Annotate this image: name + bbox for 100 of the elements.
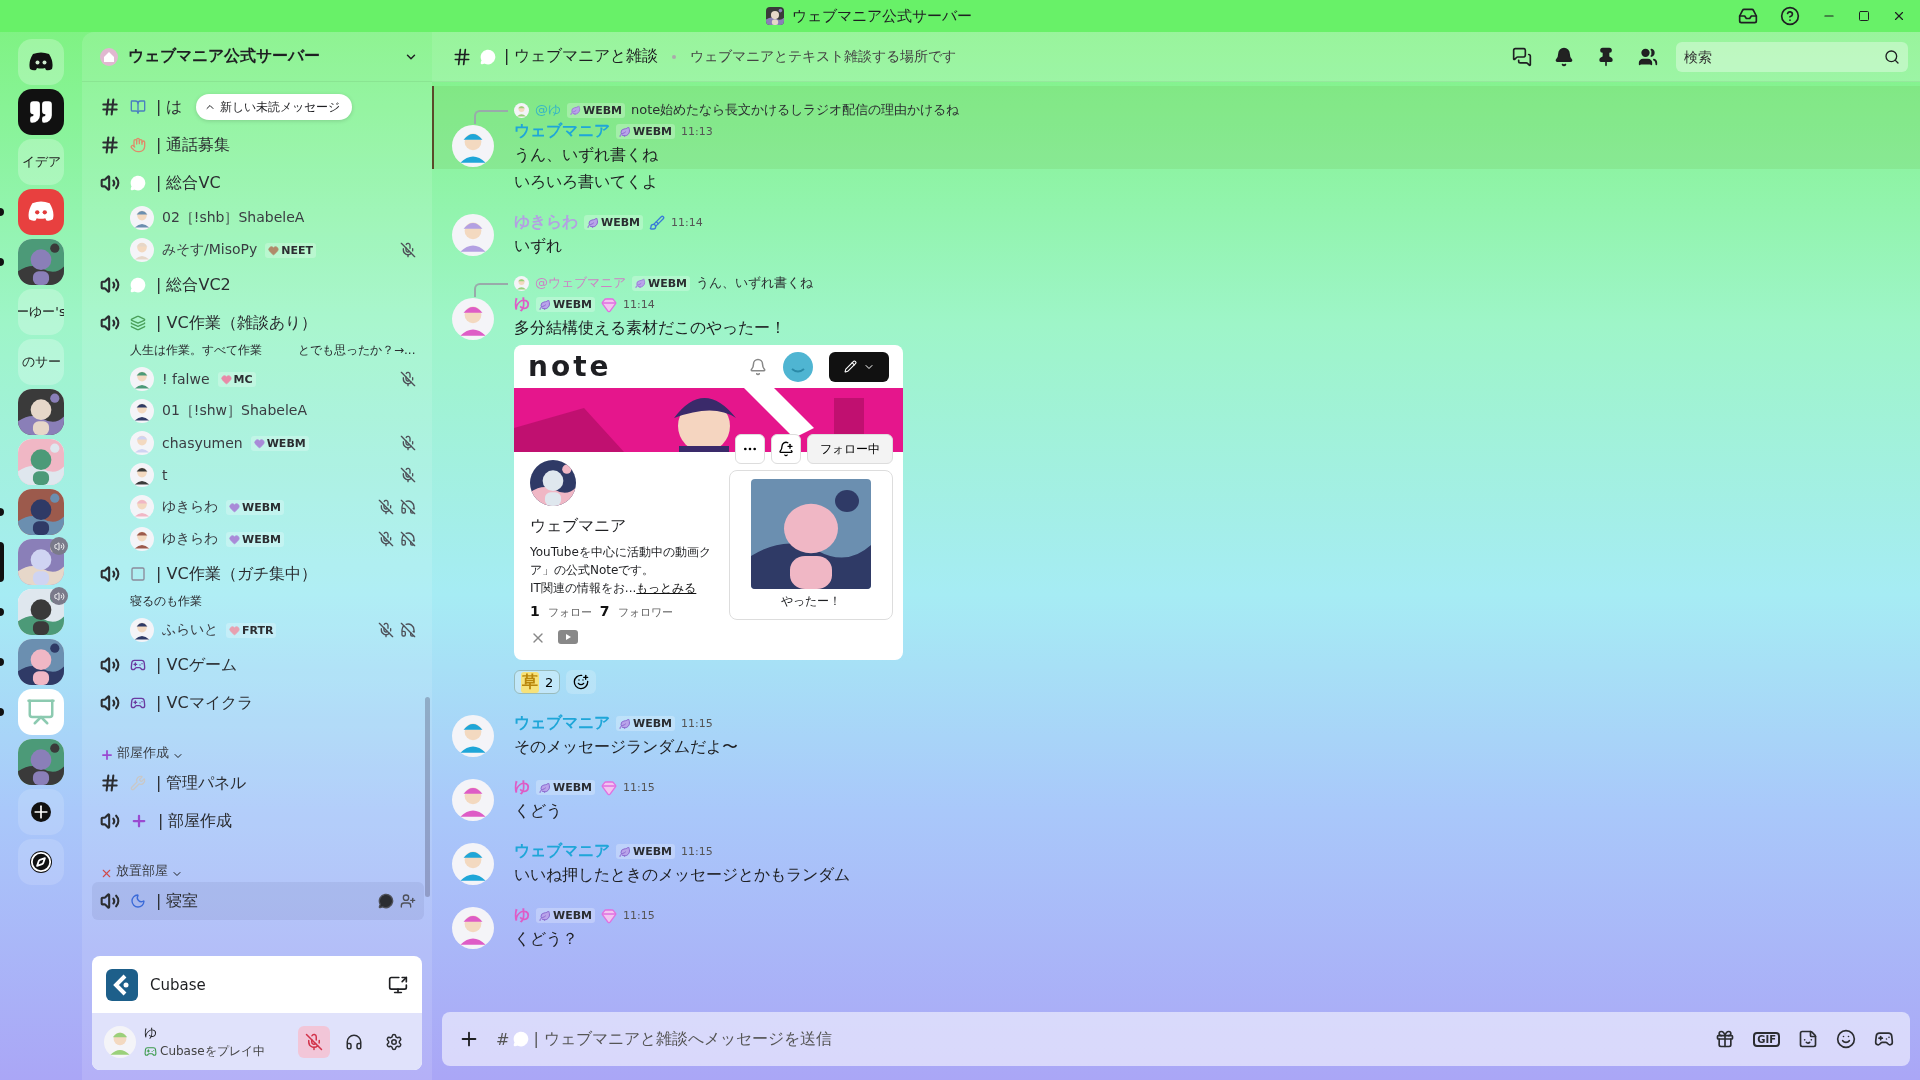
server-icon[interactable] [18, 489, 64, 535]
channel-item[interactable]: | 部屋作成 [92, 802, 424, 840]
explore-button[interactable] [18, 839, 64, 885]
leaf-icon [635, 277, 646, 289]
gamepad-icon[interactable] [1874, 1029, 1894, 1049]
channel-item[interactable]: | VCマイクラ [92, 684, 424, 722]
follow-button[interactable]: フォロー中 [807, 434, 893, 464]
help-icon[interactable] [1780, 6, 1800, 26]
leaf-icon [619, 845, 631, 858]
headphones-icon [345, 1032, 363, 1051]
bell-icon[interactable] [1554, 46, 1574, 67]
channel-item[interactable]: | VC作業（雑談あり） [92, 304, 424, 342]
server-icon[interactable] [18, 89, 64, 135]
app-logo-icon [28, 52, 54, 72]
leaf-icon [619, 125, 631, 138]
message-text: うん、いずれ書くね [514, 144, 659, 166]
gift-icon[interactable] [1715, 1029, 1736, 1049]
member-name[interactable]: ! falwe [162, 371, 210, 387]
leaf-icon [539, 909, 551, 922]
channel-item[interactable]: | VC作業（ガチ集中） [92, 555, 424, 593]
member-name[interactable]: t [162, 467, 168, 483]
channel-topic: ウェブマニアとテキスト雑談する場所です [690, 47, 958, 66]
plus-icon [100, 748, 114, 762]
search-icon [1884, 48, 1900, 65]
threads-icon[interactable] [1512, 46, 1532, 67]
reply-avatar [514, 275, 529, 291]
mute-button[interactable] [298, 1025, 330, 1058]
member-name[interactable]: ふらいと [162, 621, 218, 639]
emoji-icon[interactable] [1836, 1029, 1856, 1049]
close-icon[interactable] [1892, 9, 1906, 23]
more-button[interactable] [735, 434, 765, 464]
server-icon[interactable]: イデア [18, 139, 64, 185]
channel-item[interactable]: | 管理パネル [92, 764, 424, 802]
maximize-icon[interactable] [1858, 10, 1870, 22]
plus-icon [130, 812, 148, 830]
speech-bubble-icon [480, 48, 496, 65]
more-link[interactable]: もっとみる [636, 581, 697, 595]
quote-icon [28, 99, 54, 125]
channel-item[interactable]: | は 新しい未読メッセージ [92, 88, 424, 126]
server-icon[interactable] [18, 739, 64, 785]
profile-name: ウェブマニア [530, 516, 627, 537]
speech-bubble-icon [130, 175, 146, 191]
role-tag: WEBM [226, 499, 284, 515]
reply-text: note始めたなら長文かけるしラジオ配信の理由かけるね [631, 101, 960, 119]
scrollbar[interactable] [425, 697, 430, 897]
server-icon[interactable] [18, 639, 64, 685]
channel-item[interactable]: | 通話募集 [92, 126, 424, 164]
member-avatar [130, 463, 154, 487]
category-header[interactable]: 放置部屋 [92, 852, 424, 882]
cross-icon [100, 867, 113, 880]
role-tag: WEBM [616, 844, 675, 859]
server-icon[interactable] [18, 239, 64, 285]
placeholder-text: | ウェブマニアと雑談へメッセージを送信 [533, 1028, 832, 1050]
role-tag: WEBM [616, 716, 675, 731]
members-icon[interactable] [1638, 46, 1658, 67]
screen-share-icon[interactable] [388, 974, 408, 995]
video-icon[interactable] [558, 630, 578, 644]
server-icon[interactable] [18, 589, 64, 635]
channel-item[interactable]: | VCゲーム [92, 646, 424, 684]
role-tag: WEBM [536, 780, 595, 795]
add-server-button[interactable] [18, 789, 64, 835]
speaker-icon [100, 811, 120, 831]
channel-title: | ウェブマニアと雑談 [504, 46, 659, 67]
server-header[interactable]: ウェブマニア公式サーバー [82, 32, 432, 82]
reaction-button[interactable]: 草 2 [514, 670, 561, 694]
server-icon[interactable]: のサー [18, 339, 64, 385]
app-logo-icon [27, 201, 55, 223]
home-button[interactable] [18, 39, 64, 85]
add-reaction-button[interactable] [566, 670, 597, 694]
member-avatar [130, 527, 154, 551]
timestamp: 11:15 [681, 717, 713, 730]
member-name[interactable]: ゆきらわ [162, 498, 218, 516]
gif-button[interactable]: GIF [1753, 1031, 1780, 1047]
member-name[interactable]: 02［!shb］ShabeleA [162, 209, 305, 227]
timestamp: 11:14 [623, 298, 655, 311]
invite-icon [400, 893, 416, 909]
member-name[interactable]: ゆきらわ [162, 530, 218, 548]
smiley-icon [573, 674, 590, 690]
channel-item[interactable]: | 寝室 [92, 882, 424, 920]
channel-item[interactable]: | 総合VC [92, 164, 424, 202]
message-input[interactable]: # | ウェブマニアと雑談へメッセージを送信 GIF [442, 1012, 1910, 1066]
moon-icon [130, 893, 146, 909]
member-name[interactable]: 01［!shw］ShabeleA [162, 402, 307, 420]
pin-icon[interactable] [1596, 46, 1616, 67]
user-status: Cubaseをプレイ中 [160, 1042, 265, 1060]
speaker-icon [100, 275, 120, 295]
write-button[interactable] [829, 351, 889, 382]
member-name[interactable]: chasyumen [162, 435, 243, 451]
user-avatar [452, 907, 494, 949]
leaf-icon [539, 298, 551, 311]
speaker-icon [100, 313, 120, 333]
unread-messages-pill[interactable]: 新しい未読メッセージ [196, 94, 353, 120]
notify-button[interactable] [771, 434, 801, 464]
category-header[interactable]: 部屋作成 [92, 734, 424, 764]
inbox-icon[interactable] [1738, 6, 1758, 26]
sticker-icon[interactable] [1798, 1029, 1818, 1049]
channel-item[interactable]: | 総合VC2 [92, 266, 424, 304]
server-icon[interactable] [18, 389, 64, 435]
bell-icon [749, 357, 767, 376]
member-name[interactable]: みそす/MisoPy [162, 241, 258, 259]
